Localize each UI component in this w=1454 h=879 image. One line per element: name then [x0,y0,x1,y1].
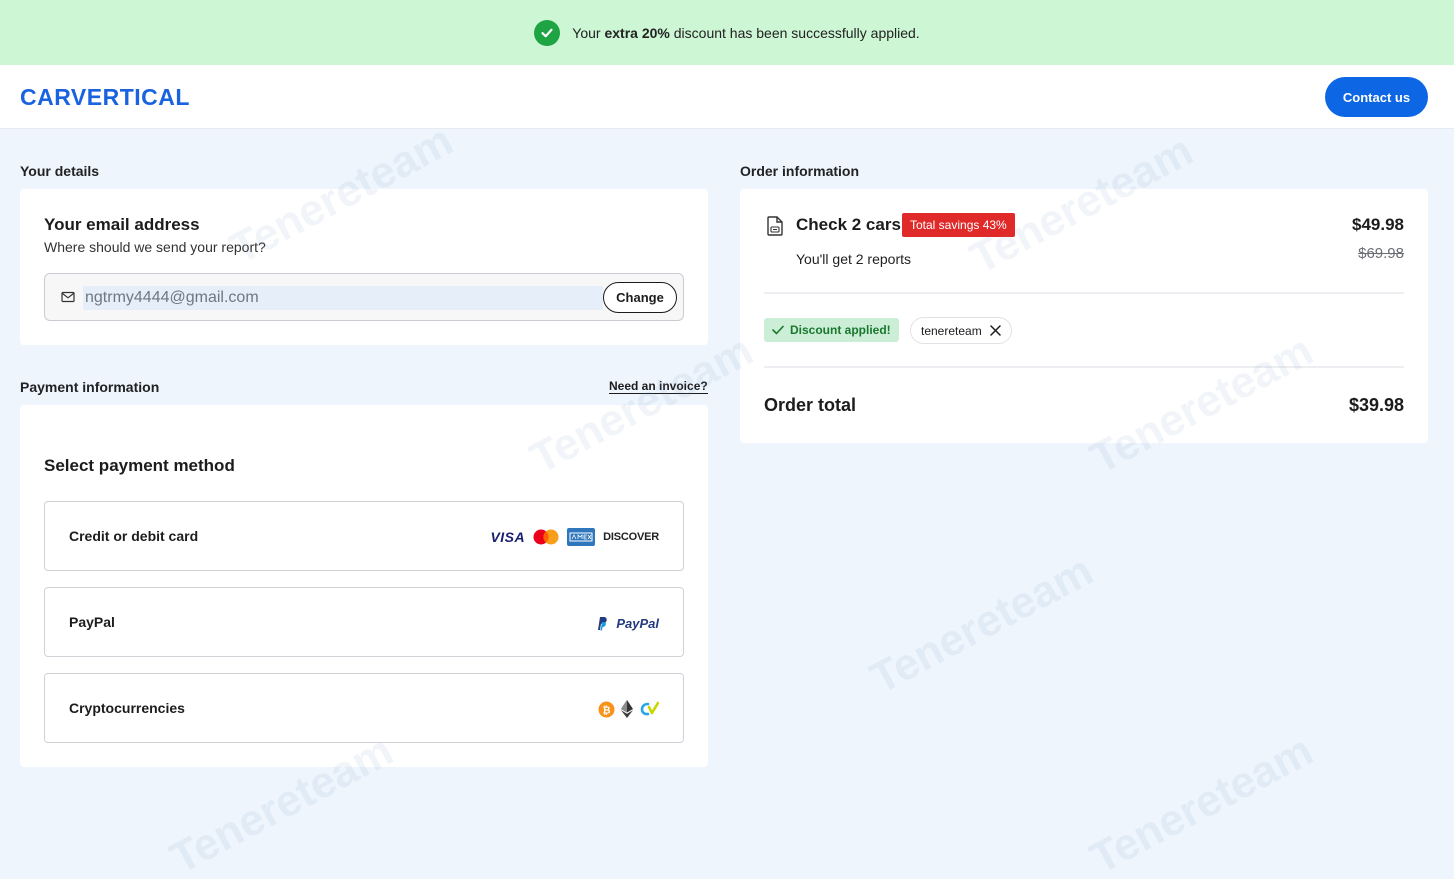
email-value[interactable]: ngtrmy4444@gmail.com [83,286,603,310]
divider [764,292,1404,294]
paypal-logo: PayPal [616,615,659,631]
change-email-button[interactable]: Change [603,282,677,313]
contact-us-button[interactable]: Contact us [1325,77,1428,117]
payment-card: Select payment method Credit or debit ca… [20,405,708,767]
order-total-label: Order total [764,395,857,415]
order-info-heading: Order information [740,163,860,179]
email-card: Your email address Where should we send … [20,189,708,345]
report-icon [767,216,783,236]
payment-info-heading: Payment information [20,379,160,395]
discount-applied-tag: Discount applied! [764,318,899,342]
savings-badge: Total savings 43% [902,213,1015,237]
crypto-logos: ₿ [598,698,659,720]
payment-option-label: Cryptocurrencies [69,700,185,716]
order-total-value: $39.98 [1348,395,1404,415]
payment-option-crypto[interactable]: Cryptocurrencies ₿ [44,673,684,743]
divider [764,366,1404,368]
order-card: Check 2 cars Total savings 43% You'll ge… [740,189,1428,443]
ethereum-icon [621,700,633,718]
check-circle-icon [534,19,561,46]
mail-icon [61,291,75,303]
svg-text:₿: ₿ [602,704,610,716]
email-subtitle: Where should we send your report? [44,239,266,255]
bitcoin-icon: ₿ [598,701,615,717]
discount-banner: Your extra 20% discount has been success… [0,0,1454,65]
amex-icon [567,528,596,546]
payment-option-paypal[interactable]: PayPal PayPal [44,587,684,657]
paypal-logos: PayPal [596,612,659,634]
email-title: Your email address [44,215,200,234]
your-details-heading: Your details [20,163,100,179]
crypto-icon [640,701,659,716]
mastercard-icon [533,529,559,545]
visa-logo: VISA [490,529,526,545]
check-icon [772,325,784,335]
discount-code-chip: tenereteam [910,317,1012,344]
carvertical-logo[interactable]: CARVERTICAL [20,79,190,115]
select-payment-title: Select payment method [44,456,235,475]
payment-option-card[interactable]: Credit or debit card VISA DISCOVER [44,501,684,571]
close-icon[interactable] [989,325,1001,336]
watermark: Tenereteam [862,545,1101,704]
paypal-p-icon [598,616,608,630]
original-price: $69.98 [1358,245,1404,262]
need-invoice-link[interactable]: Need an invoice? [609,379,708,394]
discount-code: tenereteam [921,323,982,338]
product-subtitle: You'll get 2 reports [796,251,912,267]
email-field[interactable]: ngtrmy4444@gmail.com Change [44,273,684,321]
discount-applied-label: Discount applied! [790,323,891,337]
product-name: Check 2 cars [796,215,901,234]
payment-option-label: PayPal [69,614,115,630]
payment-option-label: Credit or debit card [69,528,199,544]
banner-text: Your extra 20% discount has been success… [572,24,920,41]
current-price: $49.98 [1352,215,1404,234]
header: CARVERTICAL Contact us [0,65,1454,129]
watermark: Tenereteam [1082,725,1321,879]
discover-logo: DISCOVER [603,531,659,543]
card-logos: VISA DISCOVER [490,526,659,548]
